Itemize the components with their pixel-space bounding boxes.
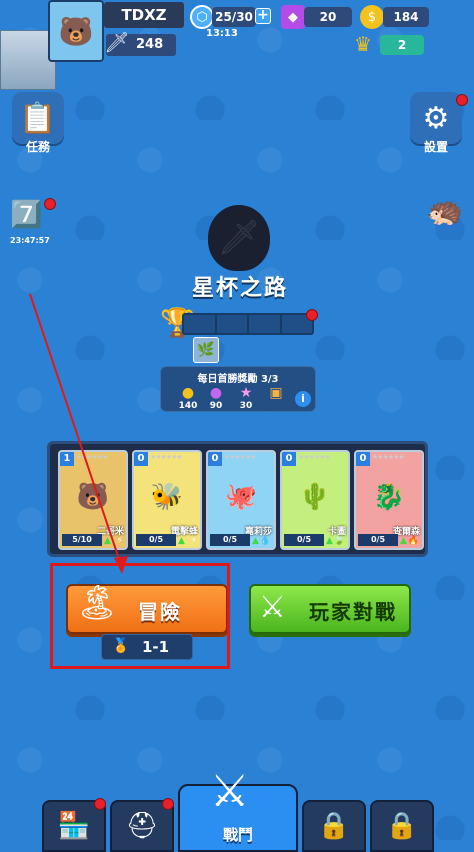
tasks-label: 任務: [25, 140, 50, 154]
shop-icon: 🏪: [57, 811, 91, 841]
progress-segment: [249, 315, 282, 333]
event-icon: 7️⃣: [10, 200, 43, 230]
gem-icon: ●: [209, 385, 223, 401]
rank-shield-icon[interactable]: 🗡: [208, 205, 270, 271]
star-icon: ★: [239, 385, 253, 401]
nav-locked-1[interactable]: 🔒: [302, 800, 366, 852]
card-count: 5/10: [62, 534, 102, 546]
upgrade-arrow-icon: ▲: [104, 536, 111, 546]
highlight-box: [50, 563, 230, 669]
player-avatar[interactable]: 🐻: [48, 0, 104, 62]
trophy-progress-bar[interactable]: [182, 313, 314, 335]
pvp-label: 玩家對戰: [309, 600, 397, 624]
upgrade-arrow-icon: ▲: [178, 536, 185, 546]
tasks-button[interactable]: 📋: [12, 92, 64, 144]
energy-timer: 13:13: [206, 28, 238, 39]
upgrade-arrow-icon: ▲: [400, 536, 407, 546]
coin-icon: $: [360, 5, 384, 29]
leaf-icon: 🍃: [333, 536, 345, 546]
event-timer: 23:47:57: [10, 236, 50, 245]
settings-notification-dot: [456, 94, 468, 106]
card-stars: ★★★★★★: [224, 453, 257, 461]
lock-icon: 🔒: [385, 811, 419, 841]
reward-box-icon[interactable]: 🌿: [193, 337, 219, 363]
crown-count: 2: [380, 35, 424, 55]
daily-reward-title: 每日首勝獎勵 3/3: [197, 374, 279, 385]
card-count: 0/5: [358, 534, 398, 546]
card-stars: ★★★★★★: [150, 453, 183, 461]
card-art: 🌵: [298, 482, 332, 512]
nav-battle[interactable]: ⚔ 戰鬥: [178, 766, 298, 852]
chest-icon: ▣: [269, 385, 283, 401]
coin-count: 184: [383, 7, 429, 27]
card-art: 🐻: [76, 482, 110, 512]
background: [0, 0, 474, 852]
card-count: 0/5: [210, 534, 250, 546]
reward-stars: ★ 30: [233, 385, 259, 411]
settings-button[interactable]: ⚙: [410, 92, 462, 144]
pvp-button[interactable]: ⚔ 玩家對戰: [249, 584, 411, 634]
card-count: 0/5: [136, 534, 176, 546]
player-name[interactable]: TDXZ: [104, 2, 184, 28]
reward-value: 30: [239, 401, 253, 411]
gem-count: 20: [304, 7, 352, 27]
monster-event-button[interactable]: 🦔: [426, 194, 470, 240]
water-drop-icon: 💧: [259, 536, 271, 546]
sword-icon: 🗡: [104, 30, 130, 54]
deck-card[interactable]: 0 ★★★★★★ 🐝 電擊蜂 0/5 ▲ ⚡: [132, 450, 202, 550]
upgrade-arrow-icon: ▲: [252, 536, 259, 546]
crown-icon: ♛: [354, 32, 372, 56]
sword-shield-icon: ⚔: [210, 766, 250, 817]
card-level: 0: [282, 452, 296, 466]
reward-value: 140: [178, 401, 198, 411]
card-level: 0: [208, 452, 222, 466]
card-art: 🐙: [224, 482, 258, 512]
card-art: 🐉: [372, 482, 406, 512]
card-level: 1: [60, 452, 74, 466]
progress-segment: [217, 315, 249, 333]
card-level: 0: [356, 452, 370, 466]
deck-card[interactable]: 0 ★★★★★★ 🐙 嘉莉莎 0/5 ▲ 💧: [206, 450, 276, 550]
progress-segment: [184, 315, 217, 333]
reward-gems: ● 90: [203, 385, 229, 411]
lightning-icon: ⚡: [190, 536, 197, 546]
energy-icon: ⬡: [190, 5, 214, 29]
trophy-notification-dot: [306, 309, 318, 321]
daily-reward-panel: 每日首勝獎勵 3/3 ● 140 ● 90 ★ 30 ▣ i: [160, 366, 316, 412]
heroes-notification-dot: [162, 798, 174, 810]
reward-value: 90: [209, 401, 223, 411]
settings-label: 設置: [423, 140, 448, 154]
reward-chest: ▣: [263, 385, 289, 401]
card-count: 0/5: [284, 534, 324, 546]
card-deck: 1 ★★★★★★ 🐻 二哥米 5/10 ▲ ⚡ 0 ★★★★★★ 🐝 電擊蜂 0…: [47, 441, 428, 557]
clipboard-icon: 📋: [19, 100, 57, 136]
deck-card[interactable]: 0 ★★★★★★ 🐉 查爾森 0/5 ▲ 🔥: [354, 450, 424, 550]
nav-battle-label: 戰鬥: [222, 826, 253, 844]
nav-locked-2[interactable]: 🔒: [370, 800, 434, 852]
gem-icon: ◆: [281, 5, 305, 29]
card-level: 0: [134, 452, 148, 466]
card-art: 🐝: [150, 482, 184, 512]
shop-notification-dot: [94, 798, 106, 810]
energy-count: 25/30: [212, 7, 256, 27]
lock-icon: 🔒: [317, 811, 351, 841]
monster-icon: 🦔: [426, 194, 464, 229]
event-notification-dot: [44, 198, 56, 210]
deck-card[interactable]: 0 ★★★★★★ 🌵 卡圖 0/5 ▲ 🍃: [280, 450, 350, 550]
card-stars: ★★★★★★: [372, 453, 405, 461]
deck-card[interactable]: 1 ★★★★★★ 🐻 二哥米 5/10 ▲ ⚡: [58, 450, 128, 550]
info-button[interactable]: i: [295, 391, 311, 407]
crossed-swords-icon: ⚔: [259, 590, 286, 625]
reward-coins: ● 140: [175, 385, 201, 411]
card-stars: ★★★★★★: [76, 453, 109, 461]
card-stars: ★★★★★★: [298, 453, 331, 461]
add-energy-button[interactable]: +: [255, 8, 271, 24]
coin-icon: ●: [181, 385, 195, 401]
lightning-icon: ⚡: [116, 536, 123, 546]
gear-icon: ⚙: [422, 100, 450, 136]
upgrade-arrow-icon: ▲: [326, 536, 333, 546]
knight-helmet-icon: ⛑: [125, 811, 159, 841]
fire-icon: 🔥: [407, 536, 419, 546]
trophy-road-title[interactable]: 星杯之路: [150, 270, 330, 302]
